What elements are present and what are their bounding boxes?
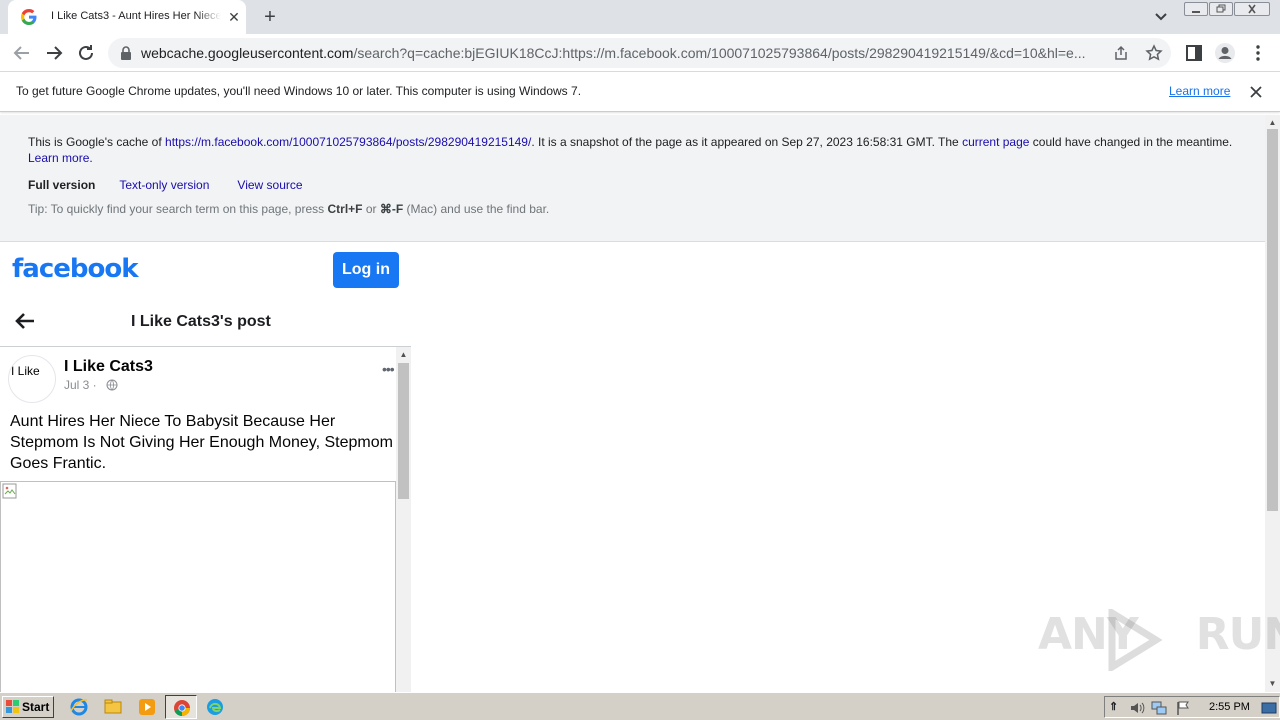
- action-center-flag-icon[interactable]: [1175, 700, 1191, 716]
- chrome-icon: [174, 700, 190, 717]
- windows-taskbar: Start ⇑ 2:55 PM: [0, 692, 1280, 720]
- post-date[interactable]: Jul 3 ·: [64, 378, 97, 392]
- page-scrollbar-thumb[interactable]: [1267, 129, 1278, 511]
- post-scrollbar[interactable]: ▲: [396, 347, 411, 692]
- close-window-icon: [1248, 4, 1256, 14]
- find-tip: Tip: To quickly find your search term on…: [28, 202, 550, 216]
- browser-tab[interactable]: I Like Cats3 - Aunt Hires Her Niece To B…: [8, 0, 246, 34]
- url-text[interactable]: webcache.googleusercontent.com/search?q=…: [141, 45, 1101, 61]
- bookmark-star-icon[interactable]: [1145, 44, 1163, 62]
- broken-image-icon: [2, 483, 17, 499]
- browser-toolbar: webcache.googleusercontent.com/search?q=…: [0, 34, 1280, 72]
- internet-explorer-icon[interactable]: [70, 698, 88, 716]
- google-favicon-icon: [21, 9, 37, 25]
- back-arrow-icon[interactable]: [10, 41, 34, 65]
- windows-flag-icon: [6, 700, 19, 713]
- restore-icon: [1216, 4, 1226, 13]
- login-button[interactable]: Log in: [333, 252, 399, 288]
- tab-search-chevron-icon[interactable]: [1152, 9, 1170, 25]
- start-button[interactable]: Start: [2, 696, 54, 718]
- infobar-learn-more-link[interactable]: Learn more: [1169, 84, 1230, 98]
- post-caption: Aunt Hires Her Niece To Babysit Because …: [10, 413, 393, 472]
- current-page-link[interactable]: current page: [962, 135, 1029, 149]
- post-author[interactable]: I Like Cats3: [64, 358, 153, 376]
- volume-icon[interactable]: [1129, 700, 1145, 716]
- menu-dots-icon[interactable]: [1247, 42, 1269, 64]
- post-page-title: I Like Cats3's post: [131, 313, 271, 330]
- update-infobar: To get future Google Chrome updates, you…: [0, 72, 1280, 112]
- tab-title: I Like Cats3 - Aunt Hires Her Niece To B…: [51, 10, 221, 22]
- back-arrow-icon[interactable]: [14, 312, 36, 330]
- cache-learn-more-link[interactable]: Learn more.: [28, 151, 93, 165]
- show-hidden-icons-icon[interactable]: ⇑: [1109, 700, 1125, 716]
- restore-button[interactable]: [1209, 2, 1233, 16]
- full-version-label: Full version: [28, 178, 96, 192]
- minimize-button[interactable]: [1184, 2, 1208, 16]
- profile-avatar-icon[interactable]: [1214, 42, 1236, 64]
- text-only-version-link[interactable]: Text-only version: [119, 178, 209, 192]
- start-label: Start: [22, 700, 50, 714]
- share-icon[interactable]: [1113, 45, 1129, 61]
- reload-icon[interactable]: [74, 41, 98, 65]
- forward-arrow-icon[interactable]: [42, 41, 66, 65]
- infobar-close-icon[interactable]: [1248, 84, 1264, 100]
- system-tray: ⇑ 2:55 PM: [1104, 696, 1280, 718]
- scroll-down-arrow-icon[interactable]: ▼: [1268, 679, 1277, 688]
- tab-strip: I Like Cats3 - Aunt Hires Her Niece To B…: [0, 0, 1280, 34]
- version-links: Full version Text-only version View source: [28, 178, 303, 192]
- avatar-alt-text: I Like: [11, 364, 40, 378]
- view-source-link[interactable]: View source: [237, 178, 302, 192]
- new-tab-button[interactable]: +: [259, 7, 281, 29]
- address-bar[interactable]: webcache.googleusercontent.com/search?q=…: [108, 38, 1171, 68]
- minimize-icon: [1192, 11, 1200, 13]
- post-scroll-up-arrow-icon[interactable]: ▲: [399, 350, 408, 359]
- cache-notice: This is Google's cache of https://m.face…: [28, 135, 1233, 165]
- play-logo-icon: [1108, 609, 1162, 671]
- google-cache-header: This is Google's cache of https://m.face…: [0, 115, 1265, 242]
- post-scrollbar-thumb[interactable]: [398, 363, 409, 499]
- media-player-icon[interactable]: [138, 698, 156, 716]
- cached-url-link[interactable]: https://m.facebook.com/100071025793864/p…: [165, 135, 531, 149]
- infobar-message: To get future Google Chrome updates, you…: [16, 84, 582, 98]
- side-panel-icon[interactable]: [1183, 42, 1205, 64]
- tab-close-icon[interactable]: ✕: [226, 9, 242, 25]
- scroll-up-arrow-icon[interactable]: ▲: [1268, 118, 1277, 127]
- show-desktop-icon[interactable]: [1261, 700, 1277, 716]
- facebook-logo[interactable]: facebook: [12, 254, 139, 284]
- taskbar-clock[interactable]: 2:55 PM: [1209, 701, 1250, 713]
- lock-icon[interactable]: [120, 46, 132, 60]
- anyrun-watermark: ANYRUN: [1038, 609, 1280, 671]
- post-options-icon[interactable]: •••: [382, 361, 395, 377]
- page-scrollbar[interactable]: ▲ ▼: [1265, 115, 1280, 692]
- globe-icon: [106, 379, 118, 391]
- chrome-taskbar-button[interactable]: [165, 695, 197, 719]
- close-window-button[interactable]: [1234, 2, 1270, 16]
- post-image[interactable]: [0, 481, 396, 692]
- edge-icon[interactable]: [206, 698, 224, 716]
- network-icon[interactable]: [1151, 700, 1167, 716]
- avatar[interactable]: I Like: [8, 355, 56, 403]
- file-explorer-icon[interactable]: [104, 698, 122, 716]
- post-card: I Like I Like Cats3 Jul 3 · ••• Aunt Hir…: [0, 347, 396, 692]
